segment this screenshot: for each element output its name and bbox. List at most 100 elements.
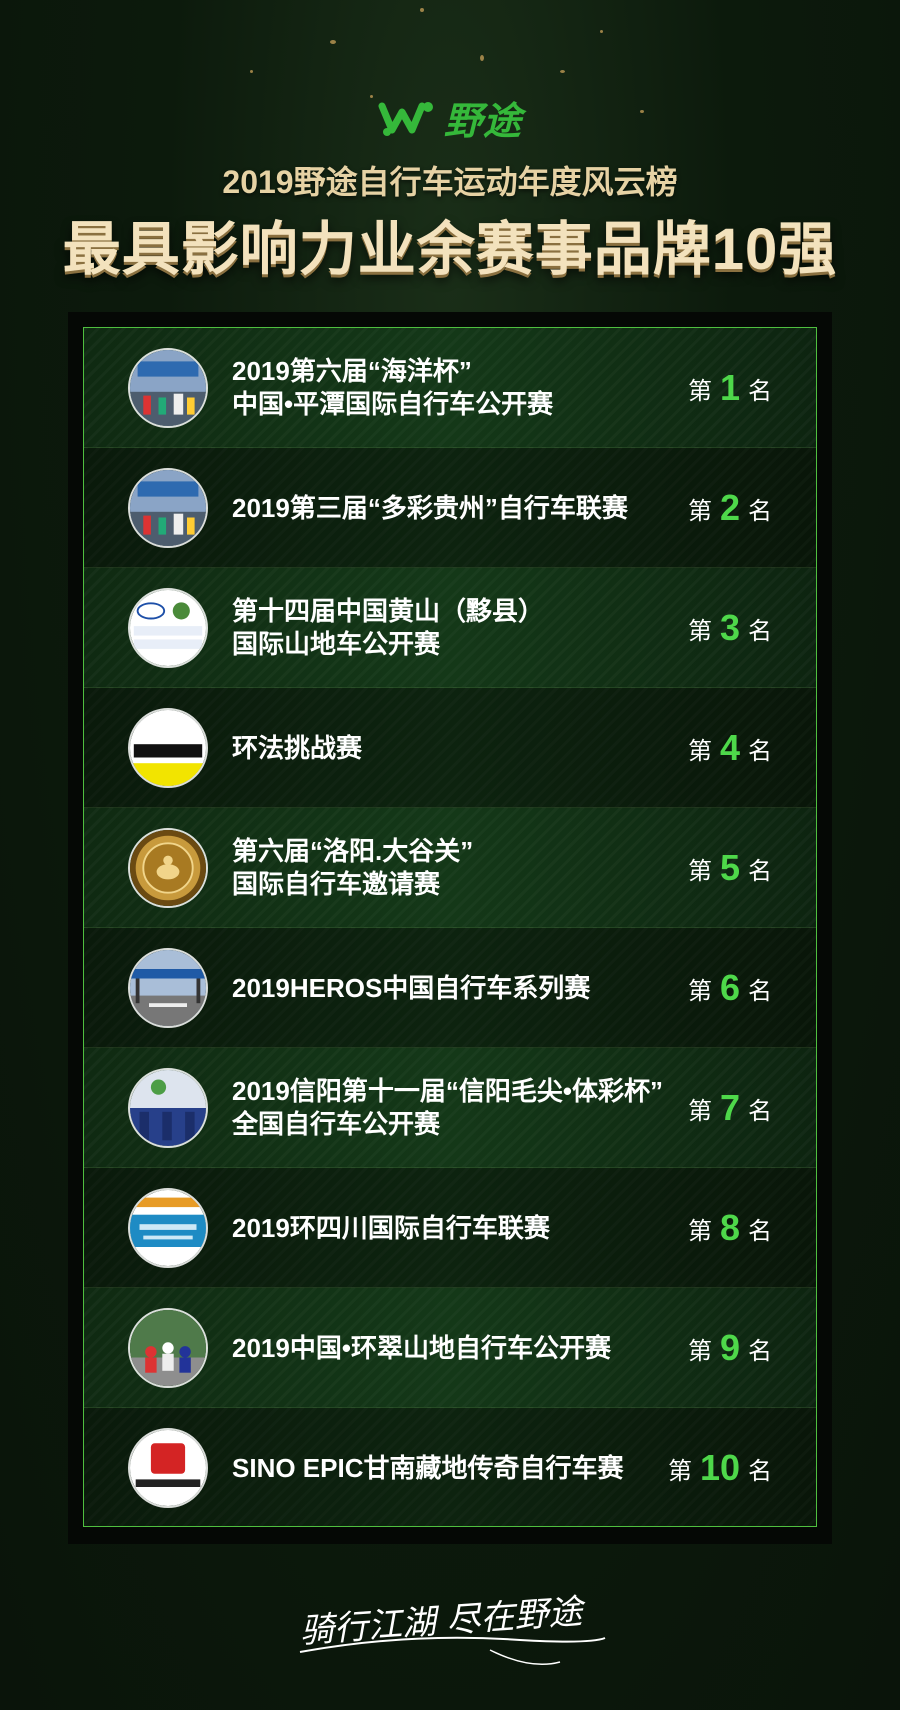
rank-label: 第3名 bbox=[688, 568, 772, 688]
etape-logo-image bbox=[130, 710, 206, 786]
rank-label: 第1名 bbox=[688, 328, 772, 448]
rank-suffix: 名 bbox=[748, 377, 772, 405]
event-name-line: 环法挑战赛 bbox=[232, 732, 363, 763]
rank-label: 第6名 bbox=[688, 928, 772, 1048]
event-thumbnail bbox=[128, 468, 208, 548]
rank-suffix: 名 bbox=[748, 857, 772, 885]
rank-number: 3 bbox=[719, 607, 740, 648]
event-name-line: SINO EPIC甘南藏地传奇自行车赛 bbox=[232, 1452, 624, 1483]
race-photo-image bbox=[130, 470, 206, 546]
event-name-line: 2019第三届“多彩贵州”自行车联赛 bbox=[232, 492, 628, 523]
ranking-row: 2019第三届“多彩贵州”自行车联赛 第 2 名 bbox=[84, 448, 816, 568]
rank-prefix: 第 bbox=[687, 1337, 712, 1365]
rank-number: 7 bbox=[719, 1087, 740, 1128]
event-name-line: 2019信阳第十一届“信阳毛尖•体彩杯” bbox=[232, 1076, 663, 1106]
rank-prefix: 第 bbox=[687, 737, 712, 765]
event-name: 2019信阳第十一届“信阳毛尖•体彩杯” 全国自行车公开赛 bbox=[232, 1048, 702, 1168]
gold-spark bbox=[560, 70, 565, 73]
rank-number: 10 bbox=[699, 1447, 740, 1488]
event-name-line: 2019第六届“海洋杯” bbox=[232, 356, 472, 386]
event-name-line: 第六届“洛阳.大谷关” bbox=[232, 836, 474, 866]
event-thumbnail bbox=[128, 1068, 208, 1148]
ranking-row: 2019信阳第十一届“信阳毛尖•体彩杯” 全国自行车公开赛第 7 名 bbox=[84, 1048, 816, 1168]
event-thumbnail bbox=[128, 1428, 208, 1508]
ranking-row: 2019中国•环翠山地自行车公开赛 第 9 名 bbox=[84, 1288, 816, 1408]
ranking-list: 2019第六届“海洋杯” 中国•平潭国际自行车公开赛第 1 名 2019第三届“多彩贵州… bbox=[83, 327, 817, 1527]
rank-prefix: 第 bbox=[687, 617, 712, 645]
event-name-line: 2019HEROS中国自行车系列赛 bbox=[232, 972, 591, 1003]
rank-number: 1 bbox=[719, 367, 740, 408]
rank-suffix: 名 bbox=[748, 1457, 772, 1485]
ranking-row: 第十四届中国黄山（黟县） 国际山地车公开赛 第 3 名 bbox=[84, 568, 816, 688]
brand-name: 野途 bbox=[443, 101, 522, 143]
rank-label: 第7名 bbox=[688, 1048, 772, 1168]
ranking-row: 环法挑战赛 第 4 名 bbox=[84, 688, 816, 808]
rank-label: 第4名 bbox=[688, 688, 772, 808]
rank-label: 第9名 bbox=[688, 1288, 772, 1408]
sino-epic-logo-image bbox=[130, 1430, 206, 1506]
rank-number: 5 bbox=[719, 847, 740, 888]
rank-suffix: 名 bbox=[748, 617, 772, 645]
page-title: 最具影响力业余赛事品牌10强 bbox=[62, 217, 838, 282]
slogan-signature: 骑行江湖 尽在野途 bbox=[299, 1591, 606, 1665]
event-name-line: 全国自行车公开赛 bbox=[232, 1109, 441, 1139]
race-photo-image bbox=[130, 350, 206, 426]
brand-w-icon bbox=[378, 101, 433, 136]
ranking-row: 第六届“洛阳.大谷关” 国际自行车邀请赛第 5 名 bbox=[84, 808, 816, 928]
event-name-line: 国际自行车邀请赛 bbox=[232, 869, 441, 899]
sichuan-banner-image bbox=[130, 1190, 206, 1266]
event-thumbnail bbox=[128, 948, 208, 1028]
ranking-row: 2019第六届“海洋杯” 中国•平潭国际自行车公开赛第 1 名 bbox=[84, 328, 816, 448]
event-name: 2019第六届“海洋杯” 中国•平潭国际自行车公开赛 bbox=[232, 328, 702, 448]
event-name-line: 国际山地车公开赛 bbox=[232, 629, 441, 659]
rank-label: 第 10 名 bbox=[668, 1408, 772, 1526]
gold-medal-image bbox=[130, 830, 206, 906]
rank-suffix: 名 bbox=[748, 1097, 772, 1125]
gold-spark bbox=[250, 70, 253, 73]
ranking-row: 2019HEROS中国自行车系列赛 第 6 名 bbox=[84, 928, 816, 1048]
rank-prefix: 第 bbox=[687, 1217, 712, 1245]
gold-spark bbox=[420, 8, 424, 12]
rank-label: 第8名 bbox=[688, 1168, 772, 1288]
gold-spark bbox=[480, 55, 484, 61]
rank-label: 第5名 bbox=[688, 808, 772, 928]
event-name: SINO EPIC甘南藏地传奇自行车赛 bbox=[232, 1408, 702, 1526]
event-name: 2019第三届“多彩贵州”自行车联赛 bbox=[232, 448, 702, 568]
riders-photo-image bbox=[130, 1310, 206, 1386]
rank-prefix: 第 bbox=[687, 497, 712, 525]
event-name: 第六届“洛阳.大谷关” 国际自行车邀请赛 bbox=[232, 808, 702, 928]
gold-spark bbox=[330, 40, 336, 44]
event-thumbnail bbox=[128, 828, 208, 908]
event-name-line: 2019中国•环翠山地自行车公开赛 bbox=[232, 1332, 611, 1363]
rank-label: 第2名 bbox=[688, 448, 772, 568]
event-name-line: 第十四届中国黄山（黟县） bbox=[232, 596, 545, 626]
event-name: 2019中国•环翠山地自行车公开赛 bbox=[232, 1288, 702, 1408]
rank-prefix: 第 bbox=[687, 977, 712, 1005]
event-name: 2019环四川国际自行车联赛 bbox=[232, 1168, 702, 1288]
rank-suffix: 名 bbox=[748, 737, 772, 765]
rank-suffix: 名 bbox=[748, 497, 772, 525]
rank-prefix: 第 bbox=[687, 377, 712, 405]
stadium-photo-image bbox=[130, 950, 206, 1026]
event-thumbnail bbox=[128, 1308, 208, 1388]
page-subtitle: 2019野途自行车运动年度风云榜 bbox=[222, 164, 678, 200]
event-thumbnail bbox=[128, 588, 208, 668]
slogan-text: 骑行江湖 尽在野途 bbox=[299, 1591, 589, 1651]
heros-logo-image bbox=[130, 590, 206, 666]
rank-number: 2 bbox=[719, 487, 740, 528]
rank-number: 8 bbox=[719, 1207, 740, 1248]
event-name-line: 中国•平潭国际自行车公开赛 bbox=[232, 389, 554, 419]
event-name: 环法挑战赛 bbox=[232, 688, 702, 808]
event-thumbnail bbox=[128, 708, 208, 788]
rank-number: 9 bbox=[719, 1327, 740, 1368]
event-thumbnail bbox=[128, 1188, 208, 1268]
ranking-row: 2019环四川国际自行车联赛 第 8 名 bbox=[84, 1168, 816, 1288]
gold-spark bbox=[600, 30, 603, 33]
rank-prefix: 第 bbox=[687, 857, 712, 885]
rank-number: 4 bbox=[719, 727, 740, 768]
rank-prefix: 第 bbox=[687, 1097, 712, 1125]
rank-suffix: 名 bbox=[748, 1217, 772, 1245]
brand-logo: 野途 bbox=[0, 90, 900, 145]
rank-number: 6 bbox=[719, 967, 740, 1008]
event-name-line: 2019环四川国际自行车联赛 bbox=[232, 1212, 550, 1243]
